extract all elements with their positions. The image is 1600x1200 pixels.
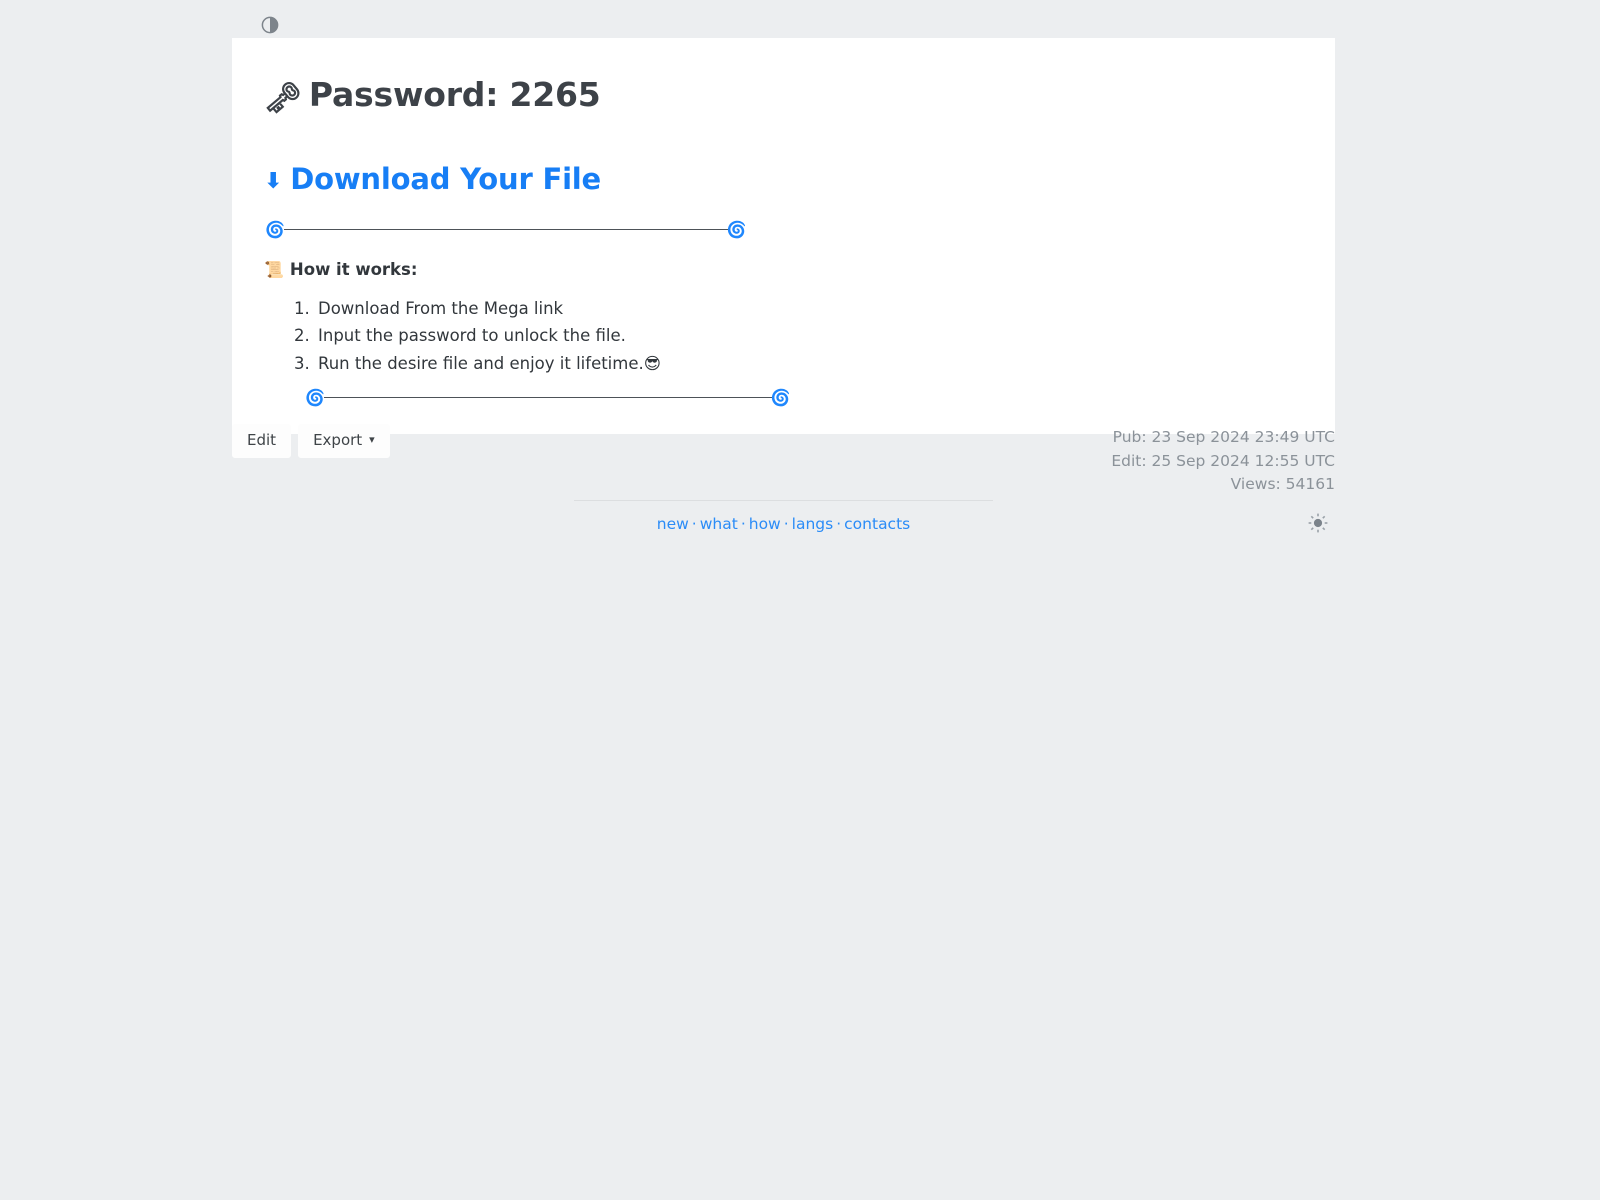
chevron-down-icon: ▾ xyxy=(369,433,375,446)
list-item: Run the desire file and enjoy it lifetim… xyxy=(315,350,1303,378)
note-metadata: Pub: 23 Sep 2024 23:49 UTC Edit: 25 Sep … xyxy=(1111,426,1335,497)
download-file-label: Download Your File xyxy=(290,161,602,196)
footer-link-new[interactable]: new xyxy=(657,515,689,533)
sun-icon-glyph xyxy=(1308,513,1328,533)
cyclone-icon: 🌀 xyxy=(265,219,285,239)
export-button[interactable]: Export ▾ xyxy=(298,424,390,458)
list-item: Input the password to unlock the file. xyxy=(315,322,1303,350)
key-icon: 🗝 xyxy=(264,81,302,116)
footer-separator: · xyxy=(836,515,842,533)
page-root: 🗝 Password: 2265 ⬇ Download Your File 🌀 🌀 … xyxy=(0,0,1600,1200)
page-title-text: Password: 2265 xyxy=(308,75,601,114)
published-timestamp: Pub: 23 Sep 2024 23:49 UTC xyxy=(1112,428,1335,446)
divider-rule xyxy=(323,397,772,399)
download-file-link[interactable]: ⬇ Download Your File xyxy=(264,162,601,196)
list-item: Download From the Mega link xyxy=(315,295,1303,323)
download-arrow-icon: ⬇ xyxy=(264,168,283,194)
howto-heading: 📜 How it works: xyxy=(264,260,1303,279)
action-bar: Edit Export ▾ Pub: 23 Sep 2024 23:49 UTC … xyxy=(232,424,1335,493)
edited-timestamp: Edit: 25 Sep 2024 12:55 UTC xyxy=(1111,451,1335,470)
cyclone-icon: 🌀 xyxy=(770,387,791,407)
button-group: Edit Export ▾ xyxy=(232,424,390,458)
footer-nav: new · what · how · langs · contacts xyxy=(574,500,993,533)
footer-link-langs[interactable]: langs xyxy=(792,515,834,533)
cyclone-icon: 🌀 xyxy=(726,219,747,239)
sun-icon[interactable] xyxy=(1307,512,1329,534)
divider-rule xyxy=(283,229,728,230)
footer-link-what[interactable]: what xyxy=(700,515,738,533)
scroll-icon: 📜 xyxy=(264,259,284,279)
footer-link-contacts[interactable]: contacts xyxy=(844,515,910,533)
divider-bottom: 🌀 🌀 xyxy=(305,387,1303,407)
note-card: 🗝 Password: 2265 ⬇ Download Your File 🌀 🌀 … xyxy=(232,38,1335,434)
view-count: Views: 54161 xyxy=(1230,475,1335,494)
edit-button[interactable]: Edit xyxy=(232,424,292,458)
howto-heading-text: How it works: xyxy=(289,259,418,279)
contrast-circle-icon-glyph xyxy=(261,16,279,34)
contrast-circle-icon[interactable] xyxy=(261,16,279,34)
download-row: ⬇ Download Your File xyxy=(264,162,1303,196)
page-title: 🗝 Password: 2265 xyxy=(264,74,1303,118)
footer-link-how[interactable]: how xyxy=(749,515,781,533)
howto-step-list: Download From the Mega link Input the pa… xyxy=(264,295,1303,378)
cyclone-icon: 🌀 xyxy=(305,387,325,407)
footer-separator: · xyxy=(783,515,789,533)
footer-separator: · xyxy=(691,515,697,533)
export-button-label: Export xyxy=(313,431,363,449)
divider-top: 🌀 🌀 xyxy=(265,219,1303,239)
footer-separator: · xyxy=(740,515,746,533)
